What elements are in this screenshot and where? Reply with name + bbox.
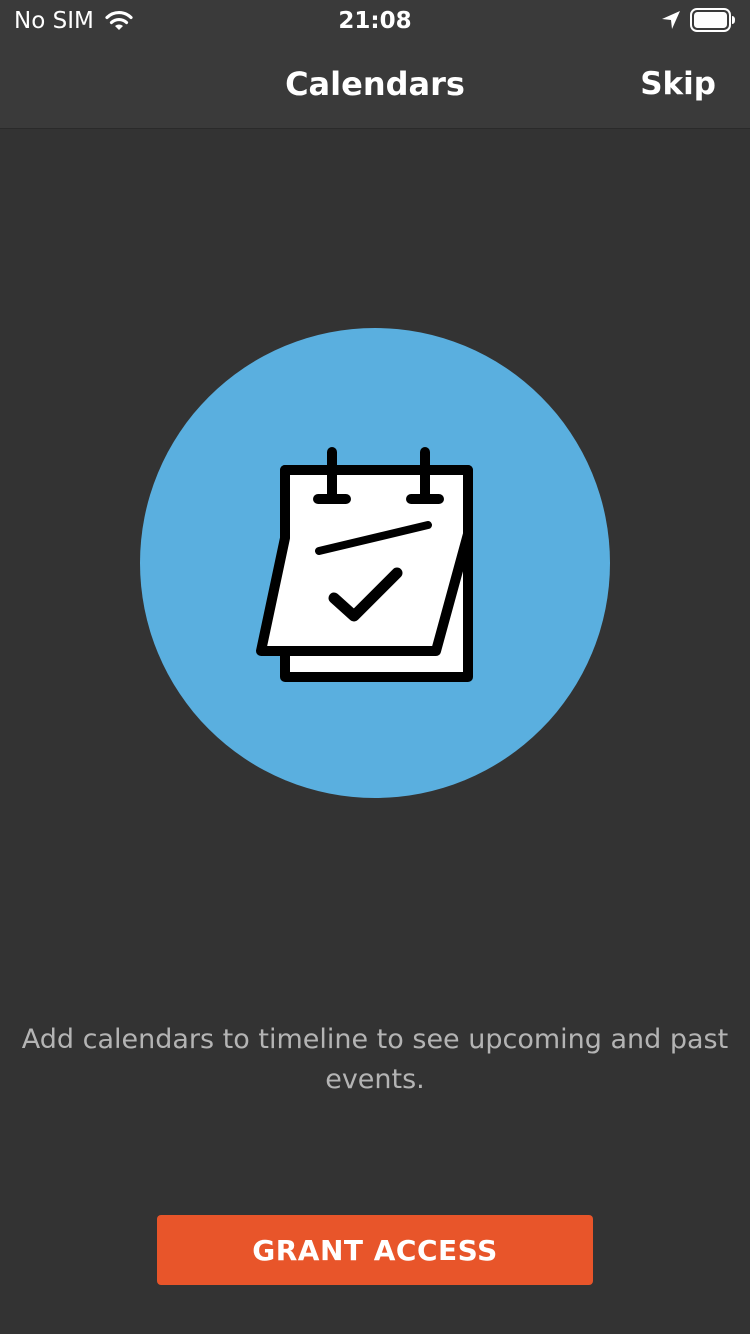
battery-icon [690, 8, 735, 32]
calendar-check-icon [256, 447, 473, 682]
status-right [660, 8, 736, 32]
skip-button[interactable]: Skip [640, 64, 716, 104]
grant-access-button[interactable]: GRANT ACCESS [157, 1215, 593, 1285]
location-icon [662, 11, 680, 29]
page-title: Calendars [285, 65, 465, 103]
status-bar: No SIM 21:08 [0, 0, 750, 42]
navigation-bar: Calendars Skip [0, 42, 750, 129]
status-time: 21:08 [338, 8, 412, 34]
description-text: Add calendars to timeline to see upcomin… [21, 1024, 729, 1095]
